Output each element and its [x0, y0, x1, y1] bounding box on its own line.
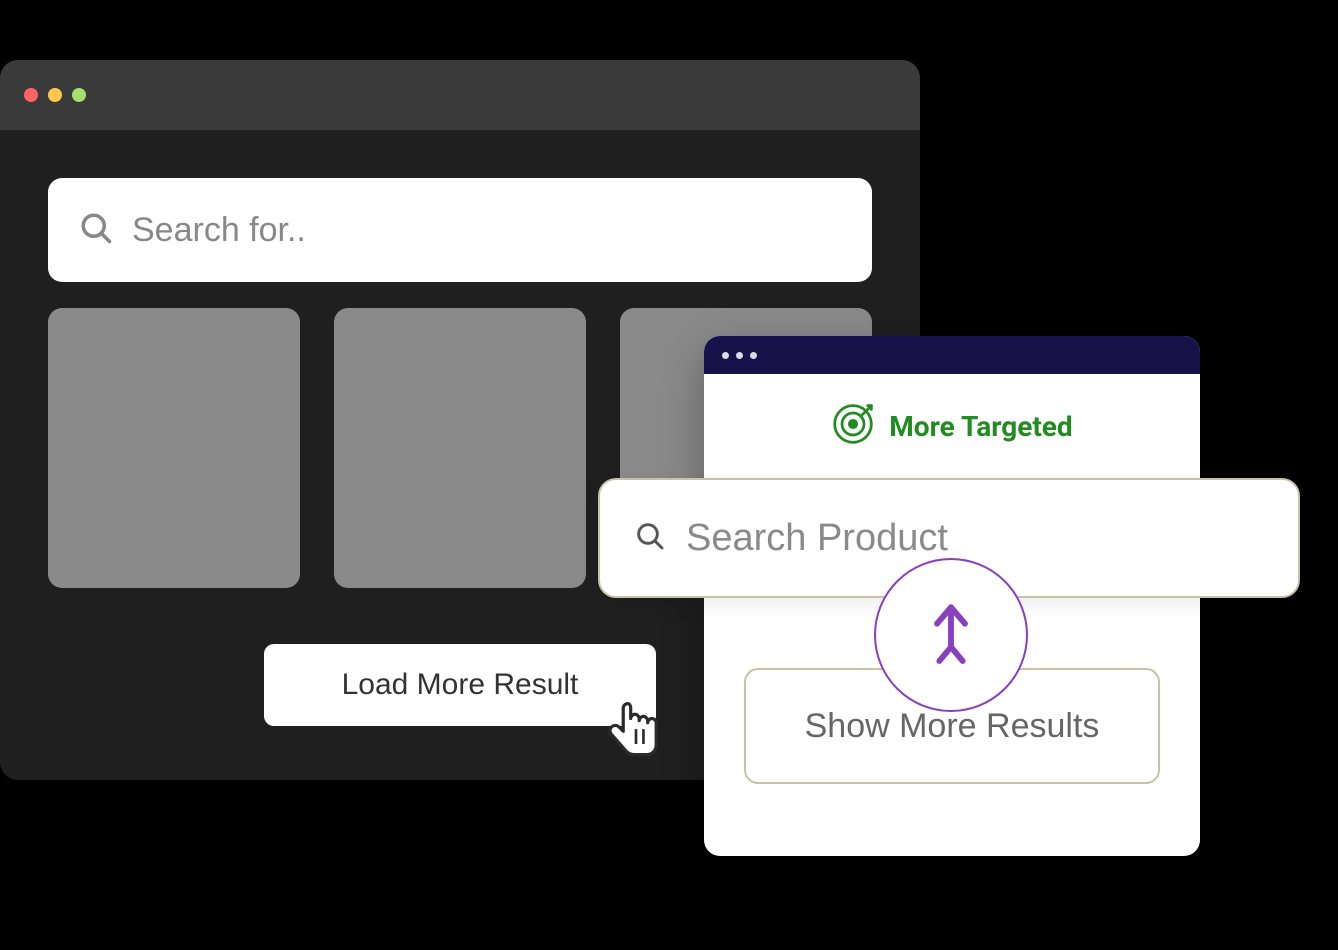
search-icon [634, 520, 666, 556]
badge-row: More Targeted [704, 402, 1200, 450]
search-icon [78, 210, 114, 250]
load-more-label: Load More Result [342, 668, 579, 702]
target-icon [831, 402, 875, 450]
titlebar-light [704, 336, 1200, 374]
show-more-label: Show More Results [805, 707, 1100, 746]
search-input[interactable] [132, 211, 842, 250]
product-search-input[interactable] [686, 517, 1264, 560]
traffic-light-close-icon[interactable] [24, 88, 38, 102]
merge-indicator [874, 558, 1028, 712]
search-bar[interactable] [48, 178, 872, 282]
traffic-light-minimize-icon[interactable] [48, 88, 62, 102]
titlebar-dark [0, 60, 920, 130]
merge-arrow-up-icon [923, 600, 979, 670]
traffic-light-zoom-icon[interactable] [72, 88, 86, 102]
window-dot-icon [750, 352, 757, 359]
window-dot-icon [722, 352, 729, 359]
cursor-pointer-icon [602, 692, 670, 762]
load-more-button[interactable]: Load More Result [264, 644, 656, 726]
result-card[interactable] [48, 308, 300, 588]
badge-label: More Targeted [889, 410, 1072, 443]
result-card[interactable] [334, 308, 586, 588]
window-dot-icon [736, 352, 743, 359]
